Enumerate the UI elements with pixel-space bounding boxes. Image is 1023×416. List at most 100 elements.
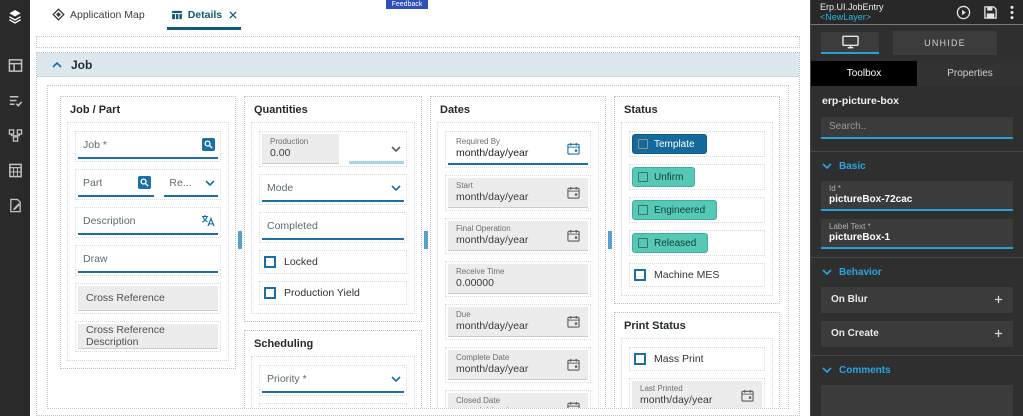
readonly-field-receive-time: Receive Time 0.00000 — [448, 264, 588, 294]
field-outline: Template — [629, 131, 765, 157]
sidebar-item-flow[interactable] — [6, 126, 24, 144]
field-icons — [205, 179, 215, 186]
tab-toolbox[interactable]: Toolbox — [811, 61, 917, 86]
property-id[interactable]: Id * pictureBox-72cac — [821, 180, 1013, 211]
group-dates: Dates Required By month/day/year Start month… — [430, 96, 606, 408]
field-outline: Job * — [75, 131, 221, 162]
details-icon — [171, 9, 183, 21]
checkbox-locked[interactable]: Locked — [262, 253, 404, 271]
feedback-button[interactable]: Feedback — [386, 0, 428, 9]
chevron-down-icon — [822, 163, 832, 169]
field-label: Due — [456, 310, 471, 319]
divider — [811, 256, 1023, 258]
device-selector[interactable] — [821, 32, 879, 54]
section-title: Comments — [839, 364, 891, 376]
sidebar-item-form-check[interactable] — [6, 91, 24, 109]
save-icon[interactable] — [983, 5, 998, 20]
group-title: Quantities — [254, 104, 308, 116]
checkbox-production-yield[interactable]: Production Yield — [262, 284, 404, 302]
field-value: month/day/year — [456, 147, 529, 159]
preview-icon[interactable] — [956, 5, 971, 20]
kebab-menu-icon[interactable] — [1010, 5, 1014, 20]
checkbox-box — [634, 269, 646, 281]
component-name: erp-picture-box — [822, 95, 900, 107]
sidebar-item-layout[interactable] — [6, 56, 24, 74]
checkbox-locked[interactable]: Locked — [262, 406, 404, 408]
field-row: Part Re... — [78, 172, 218, 197]
checkbox-box — [638, 139, 648, 149]
group-job-part: Job / Part Job * Part Re... Description Draw C… — [60, 96, 236, 369]
event-label: On Create — [831, 328, 879, 339]
field-outline: Cross Reference — [75, 283, 221, 314]
property-search-input[interactable] — [821, 116, 1013, 139]
text-field-completed[interactable]: Completed — [262, 215, 404, 240]
date-field-required-by[interactable]: Required By month/day/year — [448, 134, 588, 165]
chip-label: Unfirm — [654, 171, 684, 183]
event-on-create[interactable]: On Create — [821, 320, 1013, 347]
sidebar-item-file-edit[interactable] — [6, 196, 24, 214]
field-text: Complete Date month/day/year — [456, 353, 528, 375]
layer-name[interactable]: <NewLayer> — [820, 12, 884, 22]
field-label: Description — [83, 214, 136, 227]
checkbox-machine-mes[interactable]: Machine MES — [632, 266, 762, 284]
section-header-basic[interactable]: Basic — [822, 161, 1013, 172]
status-toggle-engineered[interactable]: Engineered — [632, 200, 718, 220]
unhide-button[interactable]: UNHIDE — [893, 31, 997, 55]
select-field-mode[interactable]: Mode — [262, 177, 404, 202]
chevron-down-icon — [391, 146, 401, 152]
tab-properties[interactable]: Properties — [917, 61, 1023, 86]
calendar-icon — [567, 315, 580, 328]
form-card: Job / Part Job * Part Re... Description Draw C… — [47, 85, 789, 409]
date-field-due: Due month/day/year — [448, 307, 588, 337]
add-icon[interactable] — [994, 329, 1003, 338]
tab-application-map[interactable]: Application Map — [48, 4, 149, 30]
section-header-behavior[interactable]: Behavior — [822, 267, 1013, 278]
add-icon[interactable] — [994, 295, 1003, 304]
text-field-job[interactable]: Job * — [78, 134, 218, 159]
flow-icon — [8, 128, 23, 143]
job-panel-header[interactable]: Job — [37, 53, 799, 77]
date-field-complete-date: Complete Date month/day/year — [448, 350, 588, 380]
form-column-4: Status Template Unfirm Engineered Released Ma… — [614, 96, 780, 408]
checkbox-box — [638, 172, 648, 182]
form-check-icon — [8, 93, 23, 108]
field-outline: Completed — [259, 212, 407, 243]
section-header-comments[interactable]: Comments — [822, 365, 1013, 376]
close-icon[interactable] — [229, 10, 237, 19]
checkbox-box — [264, 287, 276, 299]
property-label-text[interactable]: Label Text * pictureBox-1 — [821, 218, 1013, 249]
group-quantities: Quantities Production 0.00 Mode Completed Loc… — [244, 96, 422, 322]
text-field-description[interactable]: Description — [78, 210, 218, 235]
sidebar-item-layers[interactable] — [6, 7, 24, 25]
comments-textarea[interactable] — [821, 384, 1013, 416]
tab-details[interactable]: Details — [166, 4, 242, 30]
text-field-part[interactable]: Part — [78, 172, 155, 197]
status-toggle-released[interactable]: Released — [632, 233, 709, 253]
select-field-re[interactable]: Re... — [164, 172, 218, 197]
select-field-priority[interactable]: Priority * — [262, 368, 404, 393]
column-drop-indicator — [238, 231, 242, 249]
status-toggle-unfirm[interactable]: Unfirm — [632, 167, 696, 187]
event-on-blur[interactable]: On Blur — [821, 286, 1013, 313]
empty-layout-slot[interactable] — [36, 36, 800, 48]
disabled-field-cross-reference: Cross Reference — [78, 286, 218, 311]
field-label: Re... — [169, 176, 192, 189]
readonly-field-production: Production 0.00 — [262, 134, 340, 164]
field-value: month/day/year — [456, 234, 529, 246]
divider — [811, 354, 1023, 356]
group-title: Status — [624, 104, 658, 116]
right-panel-tabs: Toolbox Properties — [811, 61, 1023, 86]
calendar-icon — [567, 186, 580, 199]
right-panel: Erp.UI.JobEntry <NewLayer> UNHIDE Toolbo… — [810, 0, 1023, 416]
checkbox-box — [634, 353, 646, 365]
event-label: On Blur — [831, 294, 868, 305]
checkbox-mass-print[interactable]: Mass Print — [632, 350, 762, 368]
property-label: Label Text * — [829, 221, 871, 231]
properties-content: erp-picture-box Basic Id *pictureBox-72ca… — [811, 86, 1023, 416]
select-field-blank[interactable] — [349, 139, 404, 164]
status-toggle-template[interactable]: Template — [632, 134, 707, 154]
sidebar-item-grid[interactable] — [6, 161, 24, 179]
field-outline: Draw — [75, 245, 221, 276]
text-field-draw[interactable]: Draw — [78, 248, 218, 273]
field-outline: Mass Print — [629, 347, 765, 371]
